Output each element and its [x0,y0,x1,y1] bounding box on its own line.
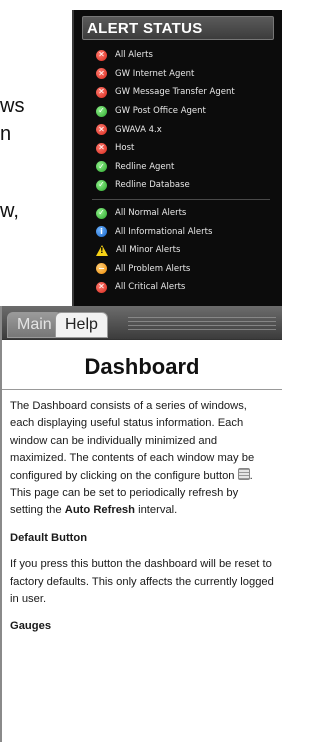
ok-icon: ✓ [96,161,107,173]
alert-item-gw-internet-agent[interactable]: ✕ GW Internet Agent [96,65,282,84]
intro-text-end: interval. [134,504,178,517]
tab-help[interactable]: Help [55,312,108,338]
alert-item-label: GW Message Transfer Agent [115,87,235,98]
alert-item-gw-message-transfer-agent[interactable]: ✕ GW Message Transfer Agent [96,83,282,102]
help-content: The Dashboard consists of a series of wi… [2,390,282,636]
ok-icon: ✓ [96,179,107,191]
alert-list: ✕ All Alerts ✕ GW Internet Agent ✕ GW Me… [74,40,282,195]
ok-icon: ✓ [96,105,107,117]
alert-summary-list: ✓ All Normal Alerts i All Informational … [74,204,282,297]
alert-item-host[interactable]: ✕ Host [96,139,282,158]
alert-item-label: All Alerts [115,50,153,61]
tab-bar-texture [128,317,276,333]
alert-item-gwava[interactable]: ✕ GWAVA 4.x [96,120,282,139]
alert-item-label: Redline Agent [115,161,175,172]
tab-main[interactable]: Main [7,312,62,338]
alert-item-label: All Problem Alerts [115,263,191,274]
warning-icon [96,244,108,256]
alert-item-label: GWAVA 4.x [115,124,162,135]
background-text-fragment: n [0,123,12,145]
alert-item-label: All Critical Alerts [115,282,186,293]
background-text-fragment: ws [0,95,25,117]
divider [92,198,270,200]
error-icon: ✕ [96,142,107,154]
alert-item-label: Host [115,143,135,154]
alert-item-gw-post-office-agent[interactable]: ✓ GW Post Office Agent [96,102,282,121]
background-text-fragment: w, [0,200,19,222]
error-icon: ✕ [96,124,107,136]
page-title: Dashboard [2,340,282,390]
alert-summary-normal[interactable]: ✓ All Normal Alerts [96,204,282,223]
alert-status-panel: ALERT STATUS ✕ All Alerts ✕ GW Internet … [72,10,282,310]
alert-item-all-alerts[interactable]: ✕ All Alerts [96,46,282,65]
configure-icon [237,467,250,480]
intro-paragraph: The Dashboard consists of a series of wi… [10,398,274,520]
alert-item-redline-agent[interactable]: ✓ Redline Agent [96,158,282,177]
minus-icon: − [96,263,107,275]
alert-status-title: ALERT STATUS [82,16,274,40]
info-icon: i [96,226,107,238]
alert-item-redline-database[interactable]: ✓ Redline Database [96,176,282,195]
error-icon: ✕ [96,68,107,80]
alert-summary-problem[interactable]: − All Problem Alerts [96,260,282,279]
error-icon: ✕ [96,86,107,98]
section-heading-default-button: Default Button [10,531,88,544]
alert-item-label: GW Post Office Agent [115,106,206,117]
alert-item-label: All Normal Alerts [115,208,187,219]
intro-text: The Dashboard consists of a series of wi… [10,400,255,482]
help-window: Main Help Dashboard The Dashboard consis… [0,306,282,742]
error-icon: ✕ [96,281,107,293]
alert-item-label: Redline Database [115,180,190,191]
alert-item-label: All Minor Alerts [116,245,181,256]
section-heading-gauges: Gauges [10,620,52,633]
ok-icon: ✓ [96,207,107,219]
alert-summary-minor[interactable]: All Minor Alerts [96,241,282,260]
tab-bar: Main Help [2,306,282,340]
auto-refresh-term: Auto Refresh [64,504,135,517]
alert-item-label: All Informational Alerts [115,226,213,237]
alert-item-label: GW Internet Agent [115,68,195,79]
default-button-paragraph: If you press this button the dashboard w… [10,558,274,606]
alert-summary-informational[interactable]: i All Informational Alerts [96,222,282,241]
error-icon: ✕ [96,49,107,61]
alert-summary-critical[interactable]: ✕ All Critical Alerts [96,278,282,297]
